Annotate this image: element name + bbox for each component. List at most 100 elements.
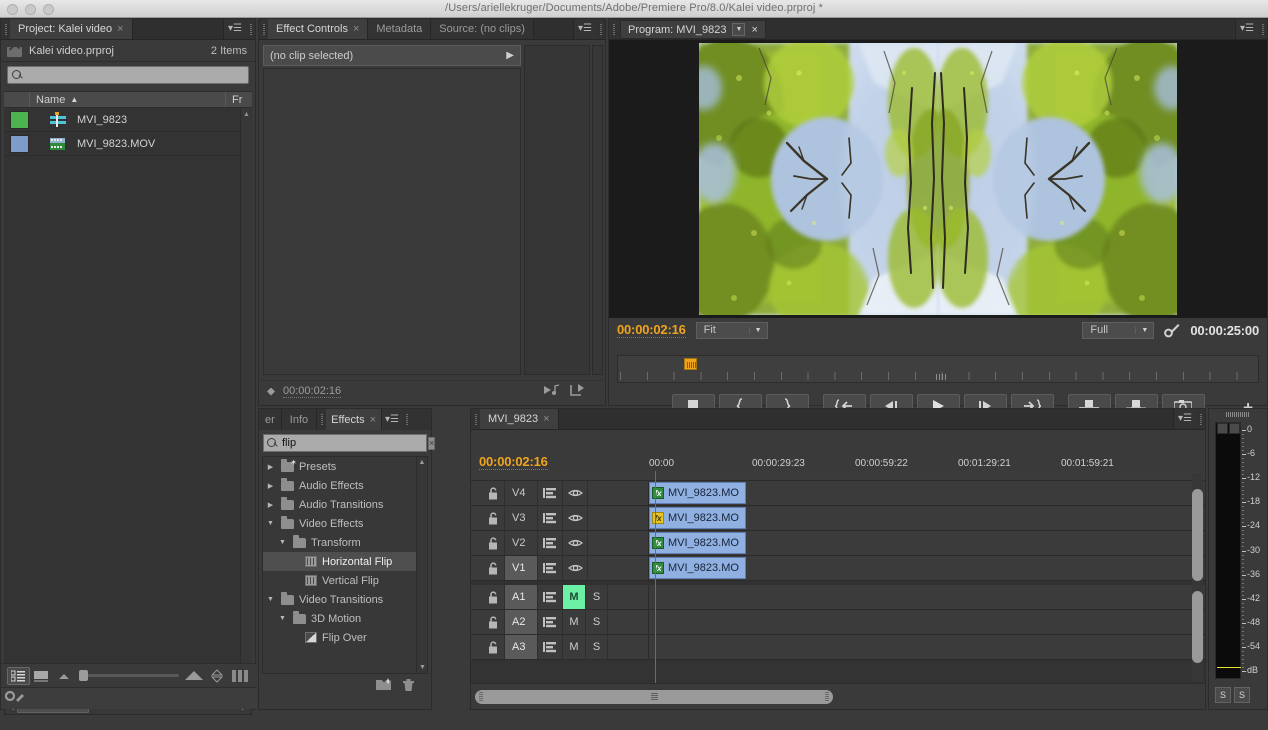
track-lock-toggle[interactable]	[481, 481, 505, 505]
track-sync-lock-toggle[interactable]	[538, 531, 563, 555]
track-lane[interactable]: fx MVI_9823.MO	[649, 506, 1205, 530]
video-track-row[interactable]: V2 fx MVI_9823.MO	[471, 531, 1205, 556]
effect-controls-vertical-scrollbar[interactable]	[592, 45, 603, 375]
scroll-down-icon[interactable]: ▼	[417, 664, 427, 671]
program-playhead-handle[interactable]	[684, 358, 697, 370]
effects-tree-item[interactable]: ▼ 3D Motion	[263, 609, 427, 628]
freeform-view-icon[interactable]	[228, 667, 251, 685]
track-name[interactable]: A1	[505, 585, 538, 609]
selected-clip-bar[interactable]: (no clip selected) ▶	[263, 45, 521, 66]
timeline-vertical-scrollbar[interactable]	[1192, 473, 1203, 681]
track-name[interactable]: V1	[505, 556, 538, 580]
parent-folder-icon[interactable]	[7, 44, 23, 58]
timeline-playhead-timecode[interactable]: 00:00:02:16	[479, 454, 548, 470]
list-item[interactable]: MVI_9823	[4, 108, 252, 132]
close-icon[interactable]: ×	[751, 24, 757, 36]
list-item[interactable]: MVI_9823.MOV	[4, 132, 252, 156]
effect-parameters-area[interactable]	[263, 68, 521, 375]
chevron-right-icon[interactable]: ▶	[506, 50, 514, 61]
panel-grip-right-icon[interactable]	[246, 19, 255, 39]
track-lock-toggle[interactable]	[481, 556, 505, 580]
settings-wrench-icon[interactable]	[4, 690, 25, 707]
chevron-right-icon[interactable]: ▶	[265, 501, 276, 509]
track-visibility-toggle[interactable]	[563, 481, 588, 505]
project-search-box[interactable]	[7, 66, 249, 84]
scroll-thumb[interactable]	[1192, 591, 1203, 663]
audio-track-row[interactable]: A1 M S	[471, 585, 1205, 610]
track-lock-toggle[interactable]	[481, 635, 505, 659]
play-audio-icon[interactable]	[543, 384, 561, 399]
effects-tree-item[interactable]: Flip Over	[263, 628, 427, 647]
audio-track-row[interactable]: A2 M S	[471, 610, 1205, 635]
timeline-tracks[interactable]: V4 fx MVI_9823.MO V3 fx MVI_9823.MO V2 f…	[471, 471, 1205, 683]
track-visibility-toggle[interactable]	[563, 556, 588, 580]
chevron-down-icon[interactable]: ▼	[277, 615, 288, 622]
icon-view-button[interactable]	[30, 667, 53, 685]
effects-tree-item[interactable]: ▼ Video Effects	[263, 514, 427, 533]
timeline-clip[interactable]: fx MVI_9823.MO	[649, 482, 746, 504]
tab-metadata[interactable]: Metadata	[368, 19, 432, 39]
panel-grip-right-icon[interactable]	[1196, 409, 1205, 429]
panel-grip-icon[interactable]	[317, 409, 326, 430]
track-solo-toggle[interactable]: S	[586, 610, 608, 634]
column-header-swatch[interactable]	[4, 92, 30, 107]
zoom-in-icon[interactable]	[183, 667, 206, 685]
panel-menu-icon[interactable]: ▾☰	[574, 19, 596, 39]
effects-tree-item[interactable]: ▶ Audio Transitions	[263, 495, 427, 514]
effects-tree-item[interactable]: ▶ Audio Effects	[263, 476, 427, 495]
close-icon[interactable]: ×	[353, 23, 359, 35]
program-current-timecode[interactable]: 00:00:02:16	[617, 322, 686, 338]
effects-tree-item[interactable]: ▼ Transform	[263, 533, 427, 552]
clear-search-icon[interactable]: ×	[428, 436, 436, 450]
settings-wrench-icon[interactable]	[1164, 322, 1180, 338]
timeline-horizontal-scrollbar[interactable]	[475, 689, 833, 704]
panel-grip-icon[interactable]	[1, 19, 10, 39]
track-sync-lock-toggle[interactable]	[538, 610, 563, 634]
program-monitor-viewport[interactable]	[609, 40, 1267, 318]
scroll-thumb[interactable]	[1192, 489, 1203, 581]
track-lock-toggle[interactable]	[481, 585, 505, 609]
chevron-down-icon[interactable]: ▼	[265, 596, 276, 603]
scroll-left-handle[interactable]	[479, 692, 483, 701]
scrubber-zoom-handle[interactable]	[936, 374, 946, 380]
video-track-row[interactable]: V4 fx MVI_9823.MO	[471, 481, 1205, 506]
program-duration-timecode[interactable]: 00:00:25:00	[1190, 323, 1259, 338]
audio-level-bars[interactable]	[1215, 422, 1241, 679]
effects-tree-item[interactable]: Vertical Flip	[263, 571, 427, 590]
effect-timeline-area[interactable]	[524, 45, 590, 375]
panel-menu-icon[interactable]: ▾☰	[1174, 409, 1196, 429]
effects-search-input[interactable]	[282, 437, 424, 449]
tab-marker[interactable]: er	[259, 409, 282, 430]
panel-menu-icon[interactable]: ▾☰	[1236, 19, 1258, 39]
project-item-list[interactable]: MVI_9823 MVI_9823.MOV ▲	[4, 108, 252, 698]
track-lock-toggle[interactable]	[481, 506, 505, 530]
track-name[interactable]: V3	[505, 506, 538, 530]
playback-quality-dropdown[interactable]: Full ▼	[1082, 321, 1155, 339]
track-lock-toggle[interactable]	[481, 531, 505, 555]
new-custom-bin-icon[interactable]	[376, 678, 392, 694]
column-header-name[interactable]: Name ▲	[30, 92, 226, 107]
track-sync-lock-toggle[interactable]	[538, 481, 563, 505]
tab-effects[interactable]: Effects ×	[326, 409, 383, 430]
loop-playback-icon[interactable]	[569, 383, 585, 400]
chevron-down-icon[interactable]: ▼	[732, 23, 746, 36]
close-icon[interactable]: ×	[117, 23, 123, 35]
track-visibility-toggle[interactable]	[563, 531, 588, 555]
timeline-clip[interactable]: fx MVI_9823.MO	[649, 532, 746, 554]
audio-track-row[interactable]: A3 M S	[471, 635, 1205, 660]
tab-sequence[interactable]: MVI_9823 ×	[480, 409, 559, 429]
panel-grip-icon[interactable]	[1209, 409, 1267, 420]
effects-tree-item[interactable]: Horizontal Flip	[263, 552, 427, 571]
effects-tree-item[interactable]: ▼ Video Transitions	[263, 590, 427, 609]
effects-tree-scrollbar[interactable]: ▲ ▼	[416, 457, 427, 673]
label-swatch[interactable]	[10, 110, 29, 129]
track-sync-lock-toggle[interactable]	[538, 506, 563, 530]
track-mute-toggle[interactable]: M	[563, 635, 586, 659]
track-lane[interactable]	[649, 585, 1205, 609]
tab-program-monitor[interactable]: Program: MVI_9823 ▼ ×	[620, 20, 766, 39]
chevron-right-icon[interactable]: ▶	[265, 463, 276, 471]
tab-info[interactable]: Info	[281, 409, 318, 430]
timeline-clip[interactable]: fx MVI_9823.MO	[649, 507, 746, 529]
close-icon[interactable]: ×	[543, 413, 549, 425]
chevron-right-icon[interactable]: ▶	[265, 482, 276, 490]
